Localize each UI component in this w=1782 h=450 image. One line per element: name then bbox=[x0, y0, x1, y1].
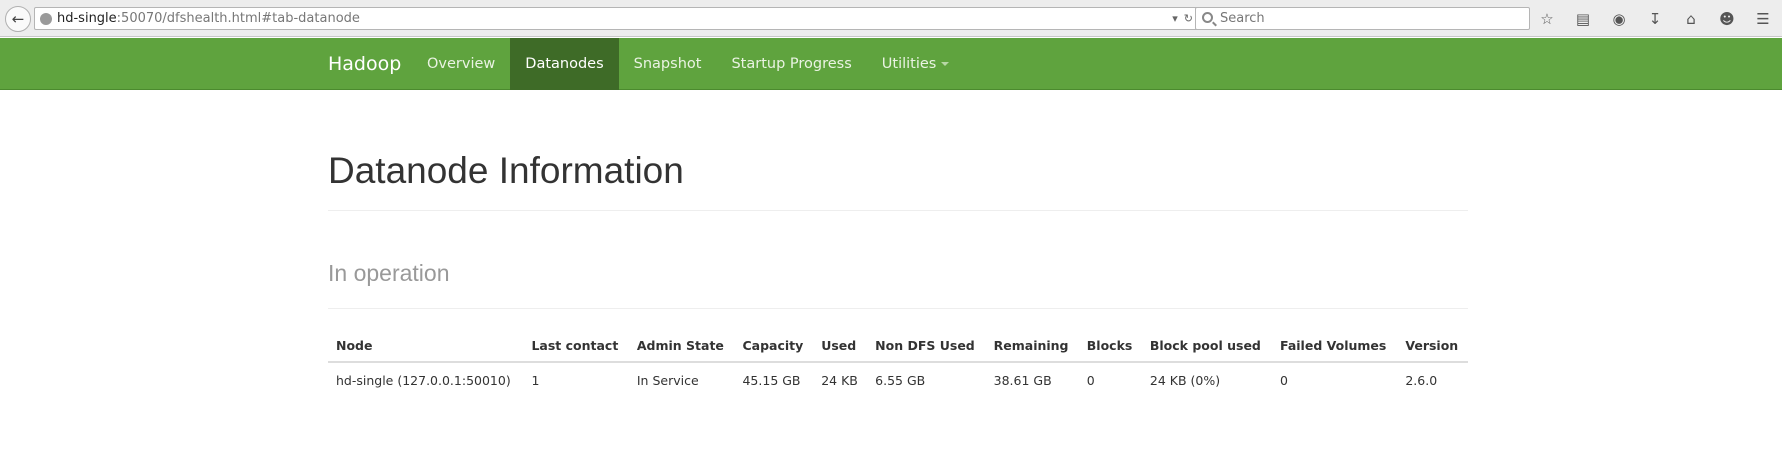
home-icon[interactable]: ⌂ bbox=[1682, 10, 1700, 28]
back-arrow-icon[interactable]: ← bbox=[5, 6, 31, 32]
search-icon bbox=[1202, 12, 1213, 23]
url-host: hd-single bbox=[57, 11, 117, 26]
nav-datanodes[interactable]: Datanodes bbox=[510, 38, 619, 90]
section-title: In operation bbox=[328, 260, 450, 286]
cell-node: hd-single (127.0.0.1:50010) bbox=[336, 373, 511, 388]
browser-toolbar-icons: ☆ ▤ ◉ ↧ ⌂ ☻ ☰ bbox=[1538, 8, 1772, 30]
dropdown-arrow-icon[interactable]: ▾ bbox=[1172, 8, 1178, 29]
col-node: Node bbox=[328, 328, 524, 363]
nav-startup-progress[interactable]: Startup Progress bbox=[716, 38, 866, 90]
divider bbox=[328, 308, 1468, 309]
page-title: Datanode Information bbox=[328, 150, 684, 191]
nav-overview[interactable]: Overview bbox=[412, 38, 510, 90]
cell-failed-volumes: 0 bbox=[1280, 373, 1288, 388]
bookmark-star-icon[interactable]: ☆ bbox=[1538, 10, 1556, 28]
cell-blocks: 0 bbox=[1086, 373, 1095, 388]
cell-last-contact: 1 bbox=[531, 373, 540, 388]
url-bar[interactable]: hd-single:50070/dfshealth.html#tab-datan… bbox=[34, 7, 1198, 30]
nav-items: Overview Datanodes Snapshot Startup Prog… bbox=[412, 38, 964, 90]
table-row: hd-single (127.0.0.1:50010) 1 In Service… bbox=[328, 362, 1468, 398]
menu-icon[interactable]: ☰ bbox=[1754, 10, 1772, 28]
caret-down-icon bbox=[941, 62, 950, 66]
cell-block-pool-used: 24 KB (0%) bbox=[1149, 373, 1221, 388]
col-failed-volumes: Failed Volumes bbox=[1272, 328, 1398, 363]
reload-icon[interactable]: ↻ bbox=[1184, 8, 1193, 29]
datanode-table: Node Last contact Admin State Capacity U… bbox=[328, 328, 1468, 398]
col-admin-state: Admin State bbox=[628, 328, 735, 363]
cell-remaining: 38.61 GB bbox=[993, 373, 1052, 388]
table-header-row: Node Last contact Admin State Capacity U… bbox=[328, 328, 1468, 363]
search-placeholder: Search bbox=[1220, 11, 1265, 26]
cell-version: 2.6.0 bbox=[1405, 373, 1438, 388]
brand-link[interactable]: Hadoop bbox=[328, 38, 401, 90]
cell-capacity: 45.15 GB bbox=[742, 373, 801, 388]
chat-icon[interactable]: ☻ bbox=[1718, 10, 1736, 28]
col-remaining: Remaining bbox=[985, 328, 1079, 363]
cell-non-dfs-used: 6.55 GB bbox=[875, 373, 926, 388]
cell-used: 24 KB bbox=[821, 373, 858, 388]
download-icon[interactable]: ↧ bbox=[1646, 10, 1664, 28]
site-info-icon[interactable] bbox=[40, 13, 52, 25]
reading-list-icon[interactable]: ▤ bbox=[1574, 10, 1592, 28]
col-last-contact: Last contact bbox=[523, 328, 629, 363]
col-non-dfs-used: Non DFS Used bbox=[867, 328, 986, 363]
browser-toolbar: ← hd-single:50070/dfshealth.html#tab-dat… bbox=[0, 0, 1782, 37]
col-version: Version bbox=[1397, 328, 1468, 363]
divider bbox=[328, 210, 1468, 211]
nav-utilities-label: Utilities bbox=[881, 56, 937, 72]
pocket-icon[interactable]: ◉ bbox=[1610, 10, 1628, 28]
cell-admin-state: In Service bbox=[636, 373, 699, 388]
col-capacity: Capacity bbox=[734, 328, 814, 363]
url-path: :50070/dfshealth.html#tab-datanode bbox=[116, 11, 360, 26]
col-blocks: Blocks bbox=[1078, 328, 1142, 363]
search-input[interactable]: Search bbox=[1195, 7, 1530, 30]
navbar: Hadoop Overview Datanodes Snapshot Start… bbox=[0, 38, 1782, 90]
nav-snapshot[interactable]: Snapshot bbox=[619, 38, 717, 90]
col-block-pool-used: Block pool used bbox=[1141, 328, 1273, 363]
nav-utilities[interactable]: Utilities bbox=[867, 38, 965, 90]
col-used: Used bbox=[813, 328, 868, 363]
